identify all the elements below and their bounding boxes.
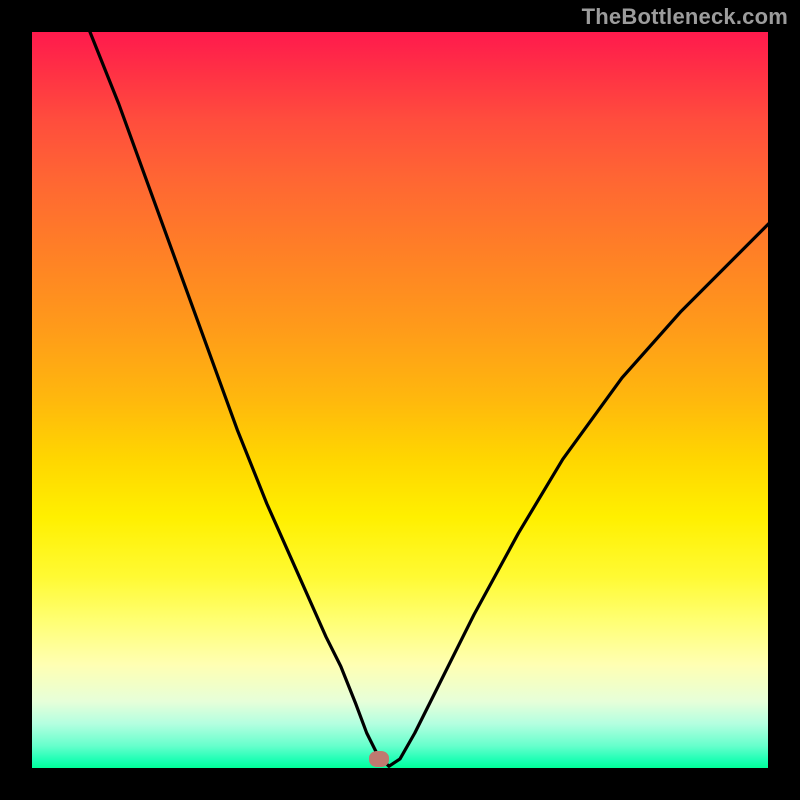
plot-area (30, 30, 770, 770)
watermark-text: TheBottleneck.com (582, 4, 788, 30)
chart-frame: TheBottleneck.com (0, 0, 800, 800)
